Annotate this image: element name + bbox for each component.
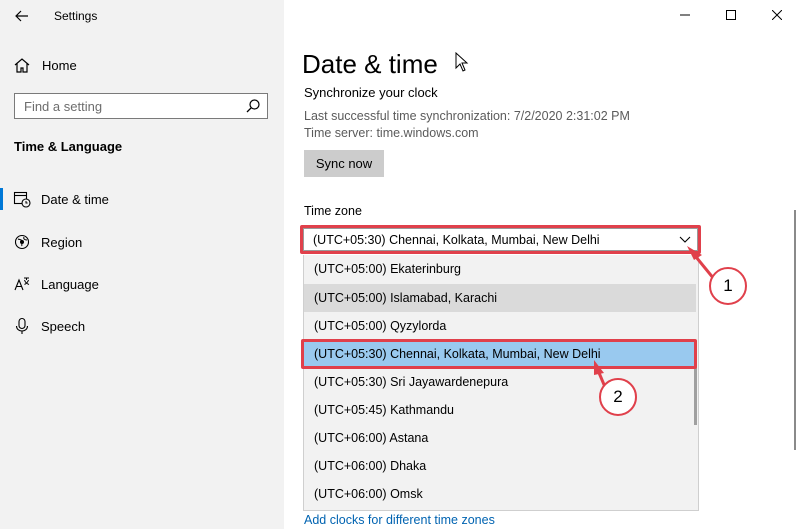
sidebar-item-region[interactable]: Region	[0, 225, 284, 259]
time-zone-option[interactable]: (UTC+06:00) Astana	[304, 424, 696, 452]
microphone-icon	[15, 317, 29, 334]
home-nav-item[interactable]: Home	[0, 50, 284, 80]
globe-icon	[14, 234, 30, 250]
language-icon	[14, 277, 30, 291]
sidebar-item-label: Date & time	[41, 192, 109, 207]
option-label: (UTC+05:00) Islamabad, Karachi	[314, 291, 498, 305]
sidebar-item-speech[interactable]: Speech	[0, 309, 284, 343]
sidebar-item-label: Region	[41, 235, 83, 250]
time-zone-option[interactable]: (UTC+05:00) Islamabad, Karachi	[304, 284, 696, 312]
option-label: (UTC+05:45) Kathmandu	[314, 403, 455, 417]
sidebar-item-date-time[interactable]: Date & time	[0, 182, 284, 216]
option-label: (UTC+05:00) Ekaterinburg	[314, 262, 461, 276]
maximize-button[interactable]	[708, 0, 754, 30]
time-zone-label: Time zone	[304, 204, 362, 218]
page-title: Date & time	[302, 49, 438, 79]
add-clocks-link[interactable]: Add clocks for different time zones	[304, 513, 495, 527]
mouse-cursor-icon	[455, 52, 469, 72]
close-icon	[772, 10, 782, 20]
calendar-clock-icon	[13, 191, 31, 208]
option-label: (UTC+06:00) Astana	[314, 431, 429, 445]
option-label: (UTC+06:00) Dhaka	[314, 459, 427, 473]
sidebar: Settings Home Time & Language Date & tim…	[0, 0, 284, 529]
time-zone-option[interactable]: (UTC+05:45) Kathmandu	[304, 396, 696, 424]
callout-badge-2: 2	[599, 378, 637, 416]
time-zone-option[interactable]: (UTC+05:00) Ekaterinburg	[304, 255, 696, 283]
time-zone-option[interactable]: (UTC+06:00) Dhaka	[304, 452, 696, 480]
time-zone-option[interactable]: (UTC+06:00) Omsk	[304, 480, 696, 508]
sidebar-item-label: Speech	[41, 319, 86, 334]
last-sync-text: Last successful time synchronization: 7/…	[304, 109, 630, 123]
maximize-icon	[726, 10, 736, 20]
highlight-box-selected-option	[301, 339, 697, 369]
time-zone-option[interactable]: (UTC+05:30) Sri Jayawardenepura	[304, 368, 696, 396]
time-zone-dropdown-list[interactable]: (UTC+05:00) Ekaterinburg (UTC+05:00) Isl…	[303, 255, 699, 511]
highlight-box-time-zone-select	[300, 225, 701, 254]
minimize-icon	[680, 14, 690, 16]
section-heading: Time & Language	[14, 139, 123, 154]
option-label: (UTC+05:30) Sri Jayawardenepura	[314, 375, 509, 389]
app-title: Settings	[54, 9, 98, 23]
home-icon	[14, 58, 30, 73]
main-scrollbar[interactable]	[794, 210, 796, 450]
home-label: Home	[42, 58, 77, 73]
search-box[interactable]	[14, 93, 268, 119]
sidebar-item-language[interactable]: Language	[0, 267, 284, 301]
title-bar: Settings	[0, 0, 284, 32]
back-arrow-icon	[15, 10, 28, 22]
close-button[interactable]	[754, 0, 800, 30]
search-icon[interactable]	[245, 98, 261, 114]
search-input[interactable]	[15, 94, 241, 118]
option-label: (UTC+05:00) Qyzylorda	[314, 319, 447, 333]
sync-now-button[interactable]: Sync now	[304, 150, 384, 177]
time-zone-option[interactable]: (UTC+05:00) Qyzylorda	[304, 312, 696, 340]
sync-heading: Synchronize your clock	[304, 85, 438, 100]
time-server-text: Time server: time.windows.com	[304, 126, 479, 140]
active-indicator	[0, 188, 3, 210]
sidebar-item-label: Language	[41, 277, 99, 292]
option-label: (UTC+06:00) Omsk	[314, 487, 423, 501]
back-button[interactable]	[10, 4, 34, 28]
callout-badge-1: 1	[709, 267, 747, 305]
minimize-button[interactable]	[662, 0, 708, 30]
